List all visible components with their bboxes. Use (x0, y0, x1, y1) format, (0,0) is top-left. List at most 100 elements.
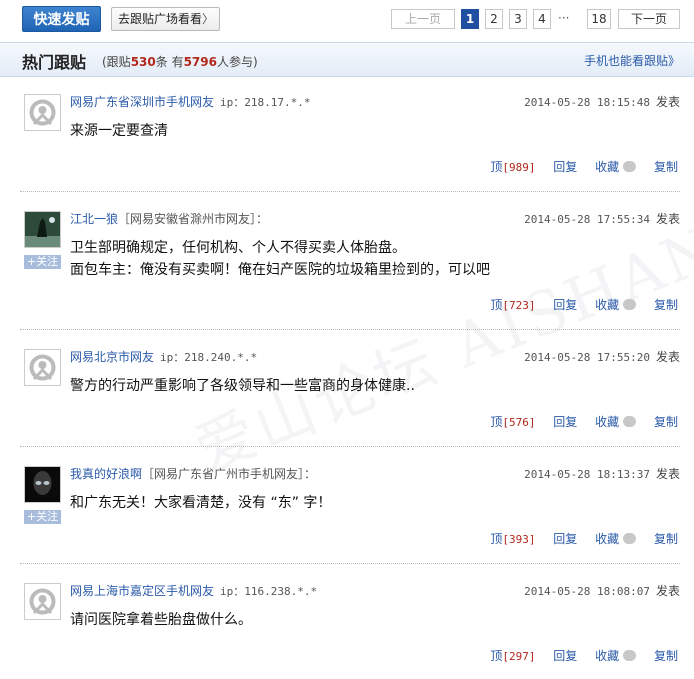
upvote-button[interactable]: 顶[297] (490, 649, 535, 663)
favorite-label[interactable]: 收藏 (595, 532, 619, 546)
author-ip: ip：218.240.*.* (160, 351, 258, 364)
upvote-label[interactable]: 顶 (490, 532, 502, 546)
page-4-button[interactable]: 4 (533, 9, 551, 29)
wolf-avatar-image (25, 212, 60, 247)
reply-button[interactable]: 回复 (553, 298, 577, 312)
favorite-button[interactable]: 收藏 (595, 532, 637, 546)
post-count: 530 (130, 55, 156, 69)
avatar (24, 211, 61, 248)
author-name[interactable]: 网易广东省深圳市手机网友 (70, 95, 214, 109)
favorite-label[interactable]: 收藏 (595, 160, 619, 174)
stats-suffix: 人参与) (216, 55, 258, 69)
author-name[interactable]: 我真的好浪啊 (70, 467, 142, 481)
copy-button[interactable]: 复制 (654, 532, 678, 546)
quick-post-button[interactable]: 快速发贴 (22, 6, 101, 32)
default-avatar-icon (29, 99, 56, 126)
upvote-label[interactable]: 顶 (490, 298, 502, 312)
comment-time: 2014-05-28 17:55:20 发表 (524, 348, 680, 365)
speech-bubble-icon (623, 533, 637, 544)
follow-button[interactable]: +关注 (24, 255, 61, 269)
comment-actions: 顶[297] 回复 收藏 复制 (476, 647, 678, 664)
prev-page-button[interactable]: 上一页 (391, 9, 455, 29)
upvote-count: [393] (502, 533, 536, 546)
comment-line: 来源一定要查清 (70, 123, 168, 139)
upvote-count: [723] (502, 299, 536, 312)
publish-label: 发表 (655, 584, 680, 598)
favorite-button[interactable]: 收藏 (595, 415, 637, 429)
upvote-count: [297] (502, 650, 536, 663)
timestamp: 2014-05-28 18:08:07 (524, 585, 650, 598)
upvote-button[interactable]: 顶[576] (490, 415, 535, 429)
page-2-button[interactable]: 2 (485, 9, 503, 29)
author-name[interactable]: 江北一狼 (70, 212, 118, 226)
copy-button[interactable]: 复制 (654, 649, 678, 663)
favorite-button[interactable]: 收藏 (595, 298, 637, 312)
author-name[interactable]: 网易北京市网友 (70, 350, 154, 364)
reply-button[interactable]: 回复 (553, 415, 577, 429)
copy-button[interactable]: 复制 (654, 298, 678, 312)
comment-content: 卫生部明确规定，任何机构、个人不得买卖人体胎盘。 面包车主：俺没有买卖啊！俺在妇… (70, 237, 490, 281)
copy-button[interactable]: 复制 (654, 160, 678, 174)
section-title: 热门跟贴 (22, 53, 87, 72)
favorite-button[interactable]: 收藏 (595, 160, 637, 174)
comment-actions: 顶[576] 回复 收藏 复制 (476, 413, 678, 430)
publish-label: 发表 (655, 467, 680, 481)
reply-button[interactable]: 回复 (553, 532, 577, 546)
upvote-label[interactable]: 顶 (490, 160, 502, 174)
comment-author[interactable]: 江北一狼［网易安徽省滁州市网友］： (70, 210, 268, 227)
comment-author[interactable]: 网易上海市嘉定区手机网友 ip：116.238.*.* (70, 582, 317, 599)
copy-button[interactable]: 复制 (654, 415, 678, 429)
author-ip: ip：116.238.*.* (220, 585, 318, 598)
speech-bubble-icon (623, 416, 637, 427)
reply-button[interactable]: 回复 (553, 649, 577, 663)
comment-line: 卫生部明确规定，任何机构、个人不得买卖人体胎盘。 (70, 240, 406, 256)
comment-author[interactable]: 网易北京市网友 ip：218.240.*.* (70, 348, 257, 365)
page-3-button[interactable]: 3 (509, 9, 527, 29)
next-page-button[interactable]: 下一页 (618, 9, 680, 29)
reply-button[interactable]: 回复 (553, 160, 577, 174)
default-avatar-icon (29, 588, 56, 615)
favorite-button[interactable]: 收藏 (595, 649, 637, 663)
comment-line: 请问医院拿着些胎盘做什么。 (70, 612, 252, 628)
favorite-label[interactable]: 收藏 (595, 649, 619, 663)
upvote-button[interactable]: 顶[393] (490, 532, 535, 546)
upvote-label[interactable]: 顶 (490, 415, 502, 429)
divider (20, 191, 680, 192)
upvote-button[interactable]: 顶[989] (490, 160, 535, 174)
author-ip: ip：218.17.*.* (220, 96, 311, 109)
stats-prefix: (跟贴 (102, 55, 131, 69)
comment-time: 2014-05-28 18:15:48 发表 (524, 93, 680, 110)
follow-button[interactable]: +关注 (24, 510, 61, 524)
divider (20, 563, 680, 564)
comment-post: +关注 我真的好浪啊［网易广东省广州市手机网友］： 2014-05-28 18:… (20, 448, 680, 565)
go-plaza-button[interactable]: 去跟贴广场看看 〉 (111, 7, 220, 31)
publish-label: 发表 (655, 350, 680, 364)
avatar (24, 583, 61, 620)
author-from: ［网易安徽省滁州市网友］： (118, 212, 269, 226)
publish-label: 发表 (655, 95, 680, 109)
comment-content: 来源一定要查清 (70, 120, 168, 142)
timestamp: 2014-05-28 17:55:20 (524, 351, 650, 364)
avatar (24, 349, 61, 386)
comment-time: 2014-05-28 18:13:37 发表 (524, 465, 680, 482)
favorite-label[interactable]: 收藏 (595, 298, 619, 312)
participant-count: 5796 (183, 55, 217, 69)
page-last-button[interactable]: 18 (587, 9, 611, 29)
favorite-label[interactable]: 收藏 (595, 415, 619, 429)
upvote-label[interactable]: 顶 (490, 649, 502, 663)
pagination-ellipsis: ··· (558, 11, 570, 25)
upvote-button[interactable]: 顶[723] (490, 298, 535, 312)
comment-author[interactable]: 我真的好浪啊［网易广东省广州市手机网友］： (70, 465, 316, 482)
comment-post: +关注 江北一狼［网易安徽省滁州市网友］： 2014-05-28 17:55:3… (20, 193, 680, 331)
page-1-button[interactable]: 1 (461, 9, 479, 29)
go-plaza-label: 去跟贴广场看看 (118, 12, 203, 26)
comment-post: 网易上海市嘉定区手机网友 ip：116.238.*.* 2014-05-28 18… (20, 565, 680, 679)
mobile-link[interactable]: 手机也能看跟贴》 (584, 52, 680, 69)
divider (20, 329, 680, 330)
alien-avatar-image (25, 467, 60, 502)
comment-time: 2014-05-28 17:55:34 发表 (524, 210, 680, 227)
top-toolbar: 快速发贴 去跟贴广场看看 〉 上一页 1 2 3 4 ··· 18 下一页 (0, 0, 694, 38)
comment-post: 网易北京市网友 ip：218.240.*.* 2014-05-28 17:55:2… (20, 331, 680, 448)
author-name[interactable]: 网易上海市嘉定区手机网友 (70, 584, 214, 598)
comment-author[interactable]: 网易广东省深圳市手机网友 ip：218.17.*.* (70, 93, 311, 110)
